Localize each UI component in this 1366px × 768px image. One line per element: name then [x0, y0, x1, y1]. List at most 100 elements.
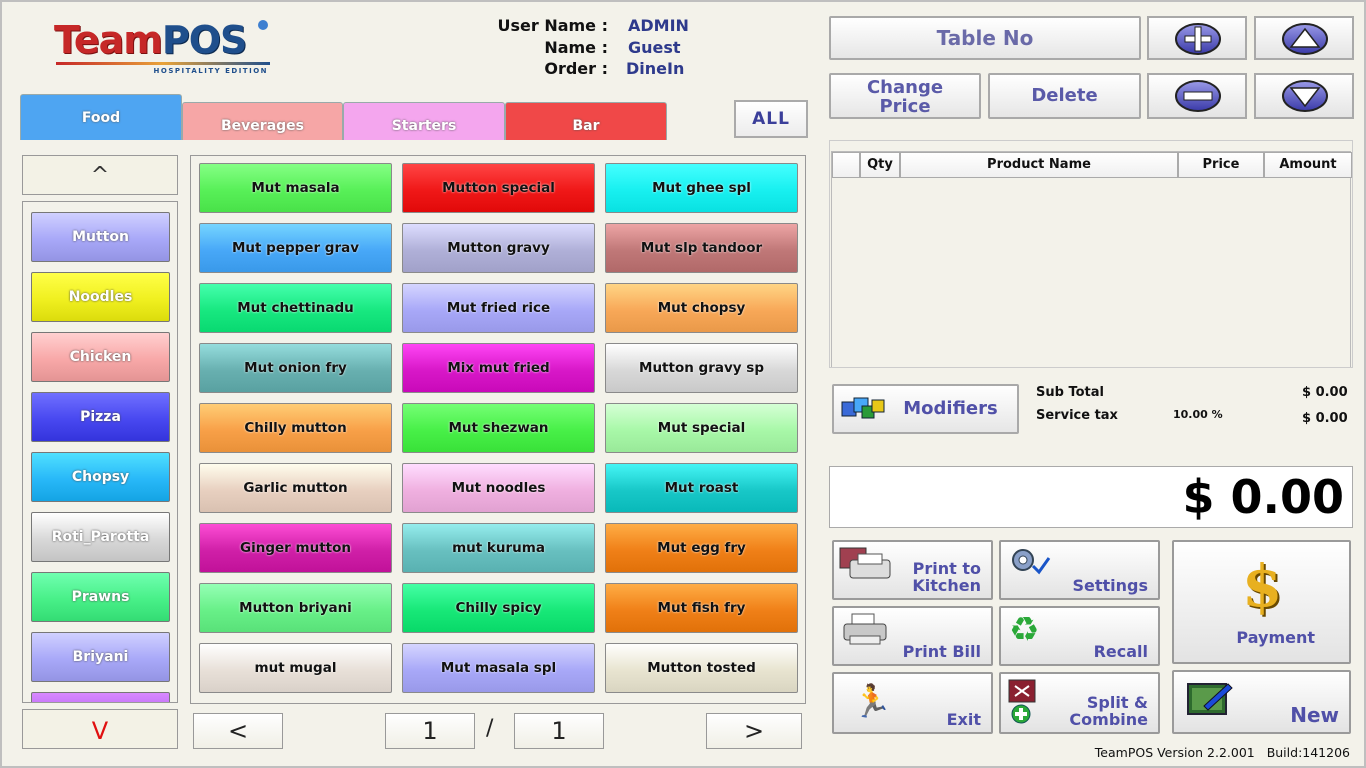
modifiers-label: Modifiers [903, 398, 998, 419]
product-button[interactable]: Mut pepper grav [199, 223, 392, 273]
product-button[interactable]: Chilly mutton [199, 403, 392, 453]
subcategory-noodles-button[interactable]: Noodles [31, 272, 170, 322]
change-price-label-2: Price [879, 96, 931, 117]
product-button[interactable]: Mut chopsy [605, 283, 798, 333]
column-header-price: Price [1178, 152, 1264, 178]
delete-button[interactable]: Delete [988, 73, 1141, 119]
product-button[interactable]: Mutton gravy [402, 223, 595, 273]
exit-button[interactable]: 🏃 Exit [832, 672, 993, 734]
settings-button[interactable]: Settings [999, 540, 1160, 600]
product-button[interactable]: Mut noodles [402, 463, 595, 513]
recycle-icon: ♻ [1009, 610, 1040, 650]
qty-plus-button[interactable] [1147, 16, 1247, 60]
product-button[interactable]: Mut ghee spl [605, 163, 798, 213]
all-categories-button[interactable]: ALL [734, 100, 808, 138]
running-man-icon: 🏃 [852, 682, 892, 720]
logo-rule [56, 62, 270, 65]
split-combine-button[interactable]: Split & Combine [999, 672, 1160, 734]
column-header-product-name: Product Name [900, 152, 1178, 178]
product-button[interactable]: Mutton briyani [199, 583, 392, 633]
payment-label: Payment [1236, 628, 1315, 647]
page-next-button[interactable]: > [706, 713, 802, 749]
product-button[interactable]: Mix mut fried [402, 343, 595, 393]
logo-dot [258, 20, 268, 30]
logo-pos-text: POS [161, 18, 248, 62]
subcategory-mutton-button[interactable]: Mutton [31, 212, 170, 262]
payment-button[interactable]: $ Payment [1172, 540, 1351, 664]
subcategory-item-button[interactable] [31, 692, 170, 702]
product-button[interactable]: Mut special [605, 403, 798, 453]
product-button[interactable]: mut kuruma [402, 523, 595, 573]
plus-icon [1175, 23, 1221, 55]
service-tax-rate: 10.00 % [1173, 408, 1223, 421]
product-button[interactable]: Mut egg fry [605, 523, 798, 573]
product-button[interactable]: Mut onion fry [199, 343, 392, 393]
build-text: Build:141206 [1266, 745, 1350, 760]
logo-team-text: Team [54, 18, 163, 62]
new-order-button[interactable]: New [1172, 670, 1351, 734]
service-tax-value: $ 0.00 [1302, 411, 1348, 426]
order-value: DineIn [626, 59, 685, 78]
sub-total-value: $ 0.00 [1302, 385, 1348, 400]
product-button[interactable]: Garlic mutton [199, 463, 392, 513]
recall-button[interactable]: ♻ Recall [999, 606, 1160, 666]
product-button[interactable]: Mutton special [402, 163, 595, 213]
name-value: Guest [628, 38, 681, 57]
user-name-value: ADMIN [628, 16, 689, 35]
product-button[interactable]: Mut slp tandoor [605, 223, 798, 273]
category-tab-starters[interactable]: Starters [343, 102, 505, 140]
order-label: Order : [544, 59, 608, 78]
new-document-icon [1187, 683, 1233, 715]
teampos-logo: TeamPOS HOSPITALITY EDITION [54, 20, 274, 80]
order-table-select-header [832, 152, 860, 178]
product-button[interactable]: Mut fish fry [605, 583, 798, 633]
product-button[interactable]: Mut shezwan [402, 403, 595, 453]
table-no-button[interactable]: Table No [829, 16, 1141, 60]
sub-total-label: Sub Total [1036, 385, 1104, 400]
modifiers-button[interactable]: Modifiers [832, 384, 1019, 434]
column-header-qty: Qty [860, 152, 900, 178]
product-button[interactable]: Ginger mutton [199, 523, 392, 573]
page-prev-button[interactable]: < [193, 713, 283, 749]
change-price-label-1: Change [866, 77, 944, 98]
subcategory-scroll-down-button[interactable]: V [22, 709, 178, 749]
product-button[interactable]: Mut masala [199, 163, 392, 213]
product-button[interactable]: Chilly spicy [402, 583, 595, 633]
print-bill-button[interactable]: Print Bill [832, 606, 993, 666]
product-button[interactable]: Mut roast [605, 463, 798, 513]
subcategory-chicken-button[interactable]: Chicken [31, 332, 170, 382]
print-kitchen-label-2: Kitchen [912, 576, 981, 595]
subcategory-pizza-button[interactable]: Pizza [31, 392, 170, 442]
product-grid: Mut masala Mutton special Mut ghee spl Mut … [190, 155, 806, 704]
scroll-up-button[interactable] [1254, 16, 1354, 60]
product-button[interactable]: Mutton gravy sp [605, 343, 798, 393]
version-footer: TeamPOS Version 2.2.001 Build:141206 [1095, 745, 1350, 760]
subcategory-prawns-button[interactable]: Prawns [31, 572, 170, 622]
page-total: 1 [514, 713, 604, 749]
subcategory-list: Mutton Noodles Chicken Pizza Chopsy Roti_Paro… [22, 201, 178, 703]
print-to-kitchen-button[interactable]: Print to Kitchen [832, 540, 993, 600]
version-text: TeamPOS Version 2.2.001 [1094, 745, 1255, 760]
product-button[interactable]: mut mugal [199, 643, 392, 693]
subcategory-roti-parotta-button[interactable]: Roti_Parotta [31, 512, 170, 562]
subcategory-briyani-button[interactable]: Briyani [31, 632, 170, 682]
recall-label: Recall [1093, 642, 1148, 661]
qty-minus-button[interactable] [1147, 73, 1247, 119]
subcategory-scroll-up-button[interactable]: ^ [22, 155, 178, 195]
dollar-sign-icon: $ [1242, 552, 1283, 620]
split-label-1: Split & [1086, 693, 1148, 712]
category-tab-bar[interactable]: Bar [505, 102, 667, 140]
subcategory-chopsy-button[interactable]: Chopsy [31, 452, 170, 502]
page-separator: / [486, 716, 494, 741]
service-tax-label: Service tax [1036, 408, 1118, 423]
category-tab-beverages[interactable]: Beverages [182, 102, 343, 140]
kitchen-printer-icon [839, 547, 891, 579]
product-button[interactable]: Mut masala spl [402, 643, 595, 693]
change-price-button[interactable]: Change Price [829, 73, 981, 119]
category-tab-food[interactable]: Food [20, 94, 182, 140]
product-button[interactable]: Mutton tosted [605, 643, 798, 693]
product-button[interactable]: Mut chettinadu [199, 283, 392, 333]
product-button[interactable]: Mut fried rice [402, 283, 595, 333]
scroll-down-button[interactable] [1254, 73, 1354, 119]
page-current: 1 [385, 713, 475, 749]
